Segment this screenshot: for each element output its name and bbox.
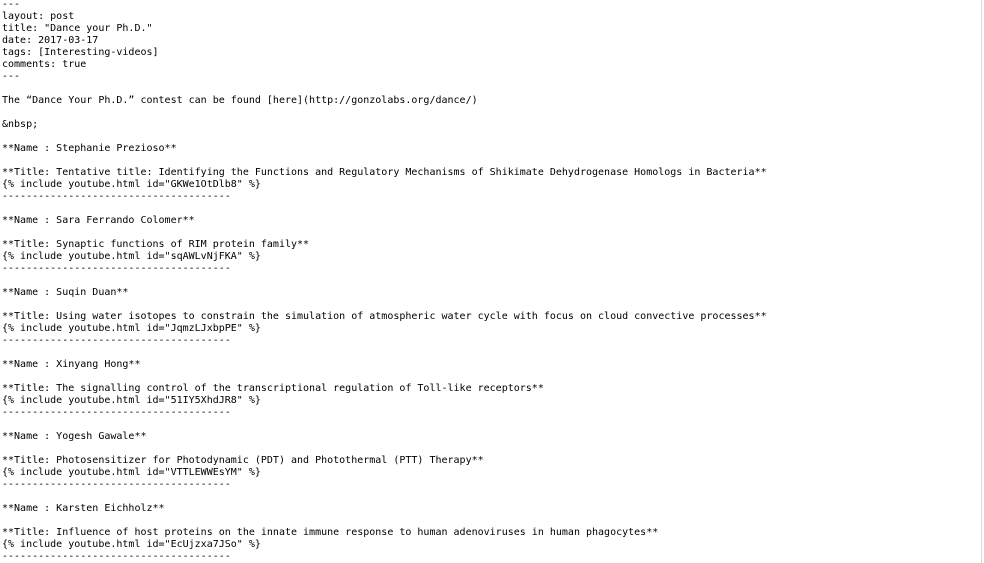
entry-separator: --------------------------------------: [2, 335, 231, 346]
front-matter-delimiter: ---: [2, 0, 21, 10]
entry-title: **Title: Tentative title: Identifying th…: [2, 167, 767, 178]
front-matter-delimiter: ---: [2, 71, 21, 82]
entry-separator: --------------------------------------: [2, 551, 231, 562]
front-matter-title: title: "Dance your Ph.D.": [2, 23, 153, 34]
entry-name: **Name : Sara Ferrando Colomer**: [2, 215, 195, 226]
intro-text: The “Dance Your Ph.D.” contest can be fo…: [2, 95, 478, 106]
front-matter-layout: layout: post: [2, 11, 75, 22]
entry-name: **Name : Karsten Eichholz**: [2, 503, 165, 514]
entry-separator: --------------------------------------: [2, 479, 231, 490]
entry-separator: --------------------------------------: [2, 191, 231, 202]
entry-title: **Title: Influence of host proteins on t…: [2, 527, 659, 538]
entry-youtube-include: {% include youtube.html id="EcUjzxa7JSo"…: [2, 539, 261, 550]
front-matter-comments: comments: true: [2, 59, 87, 70]
entry-youtube-include: {% include youtube.html id="sqAWLvNjFKA"…: [2, 251, 261, 262]
entry-separator: --------------------------------------: [2, 263, 231, 274]
entry-youtube-include: {% include youtube.html id="JqmzLJxbpPE"…: [2, 323, 261, 334]
entry-youtube-include: {% include youtube.html id="VTTLEWWEsYM"…: [2, 467, 261, 478]
entry-name: **Name : Suqin Duan**: [2, 287, 129, 298]
entry-title: **Title: The signalling control of the t…: [2, 383, 544, 394]
entry-youtube-include: {% include youtube.html id="51IY5XhdJR8"…: [2, 395, 261, 406]
entry-name: **Name : Stephanie Prezioso**: [2, 143, 177, 154]
entry-name: **Name : Xinyang Hong**: [2, 359, 141, 370]
entry-separator: --------------------------------------: [2, 407, 231, 418]
entry-name: **Name : Yogesh Gawale**: [2, 431, 147, 442]
front-matter-date: date: 2017-03-17: [2, 35, 99, 46]
nbsp-entity-line: &nbsp;: [2, 119, 39, 130]
raw-text-view: --- layout: post title: "Dance your Ph.D…: [0, 0, 982, 563]
front-matter-tags: tags: [Interesting-videos]: [2, 47, 159, 58]
entry-youtube-include: {% include youtube.html id="GKWe1OtDlb8"…: [2, 179, 261, 190]
entry-title: **Title: Using water isotopes to constra…: [2, 311, 767, 322]
entry-title: **Title: Photosensitizer for Photodynami…: [2, 455, 484, 466]
entry-title: **Title: Synaptic functions of RIM prote…: [2, 239, 310, 250]
